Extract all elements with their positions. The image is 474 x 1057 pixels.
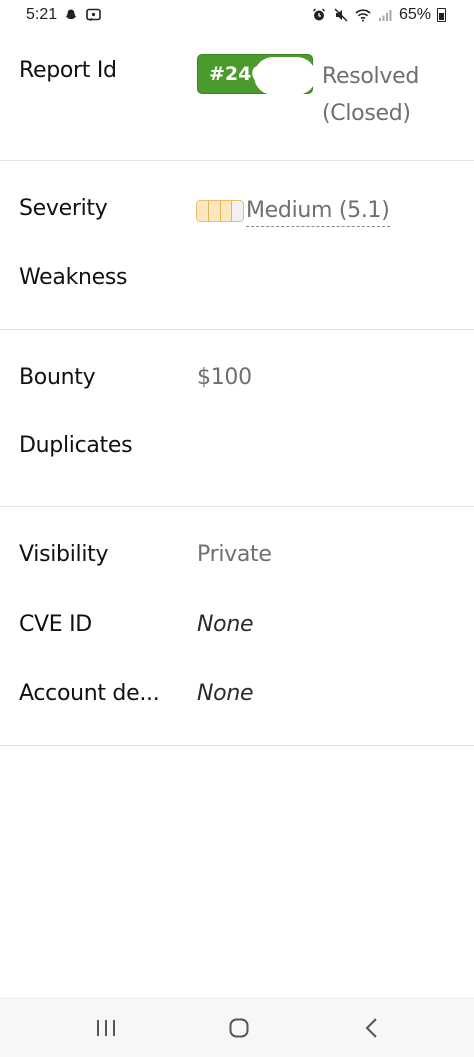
- severity-segment: [208, 201, 221, 221]
- visibility-label: Visibility: [19, 542, 109, 567]
- severity-value[interactable]: Medium (5.1): [246, 196, 390, 227]
- back-icon: [365, 1018, 377, 1038]
- report-status-line1: Resolved: [322, 64, 419, 89]
- recent-apps-icon: [97, 1020, 115, 1036]
- report-status-line2: (Closed): [322, 101, 411, 126]
- system-nav-bar: [0, 998, 474, 1057]
- severity-segment: [197, 201, 209, 221]
- cve-id-value: None: [197, 612, 254, 637]
- duplicates-label: Duplicates: [19, 433, 133, 458]
- status-left: 5:21: [26, 6, 101, 24]
- report-status: Resolved (Closed): [322, 58, 419, 132]
- signal-icon: [377, 7, 393, 23]
- status-time: 5:21: [26, 6, 58, 23]
- severity-meter: [196, 200, 244, 222]
- bounty-value: $100: [197, 365, 252, 390]
- battery-percent: 65%: [398, 6, 431, 23]
- severity-label: Severity: [19, 196, 108, 221]
- home-icon: [229, 1018, 249, 1038]
- account-label: Account de...: [19, 681, 160, 706]
- report-id-label: Report Id: [19, 58, 117, 83]
- home-button[interactable]: [224, 1013, 254, 1043]
- status-right: 65%: [311, 6, 446, 24]
- severity-segment: [232, 201, 243, 221]
- mute-icon: [333, 7, 349, 23]
- back-button[interactable]: [357, 1013, 387, 1043]
- bounty-label: Bounty: [19, 365, 96, 390]
- message-icon: [85, 7, 101, 23]
- recent-apps-button[interactable]: [91, 1013, 121, 1043]
- redaction-mark: [254, 57, 316, 95]
- status-bar: 5:21 65%: [0, 0, 474, 32]
- account-value: None: [197, 681, 254, 706]
- visibility-value: Private: [197, 542, 272, 567]
- weakness-label: Weakness: [19, 265, 128, 290]
- alarm-icon: [311, 7, 327, 23]
- severity-segment: [220, 201, 233, 221]
- cve-id-label: CVE ID: [19, 612, 92, 637]
- battery-icon: [437, 8, 446, 22]
- snapchat-icon: [63, 7, 79, 23]
- wifi-icon: [355, 7, 371, 23]
- report-details-screen: 5:21 65% Report Id #240 Resolved (Closed…: [0, 0, 474, 1057]
- bounty-section: [0, 330, 474, 507]
- severity-section: [0, 161, 474, 330]
